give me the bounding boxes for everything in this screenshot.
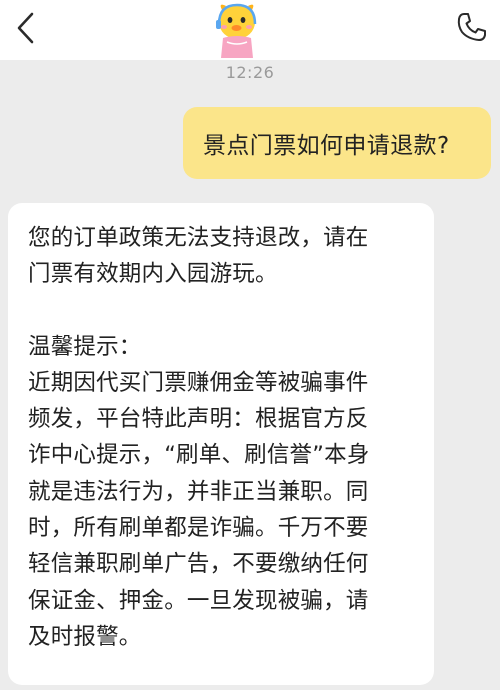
message-timestamp: 12:26: [225, 63, 275, 82]
back-button[interactable]: [10, 8, 46, 48]
bot-message-bubble[interactable]: 您的订单政策无法支持退改，请在 门票有效期内入园游玩。 温馨提示： 近期因代买门…: [8, 203, 434, 685]
bot-message-paragraph: 您的订单政策无法支持退改，请在 门票有效期内入园游玩。: [28, 225, 369, 288]
phone-icon: [457, 13, 486, 41]
chevron-left-icon: [17, 12, 34, 44]
bot-message-paragraph: 温馨提示： 近期因代买门票赚佣金等被骗事件 频发，平台特此声明：根据官方反 诈中…: [28, 333, 370, 650]
chat-header: [0, 0, 500, 60]
user-message-text: 景点门票如何申请退款?: [203, 133, 450, 159]
call-button[interactable]: [455, 10, 489, 44]
chick-mascot-icon: [216, 3, 257, 58]
user-message-bubble[interactable]: 景点门票如何申请退款?: [183, 107, 491, 179]
avatar: [206, 0, 268, 58]
